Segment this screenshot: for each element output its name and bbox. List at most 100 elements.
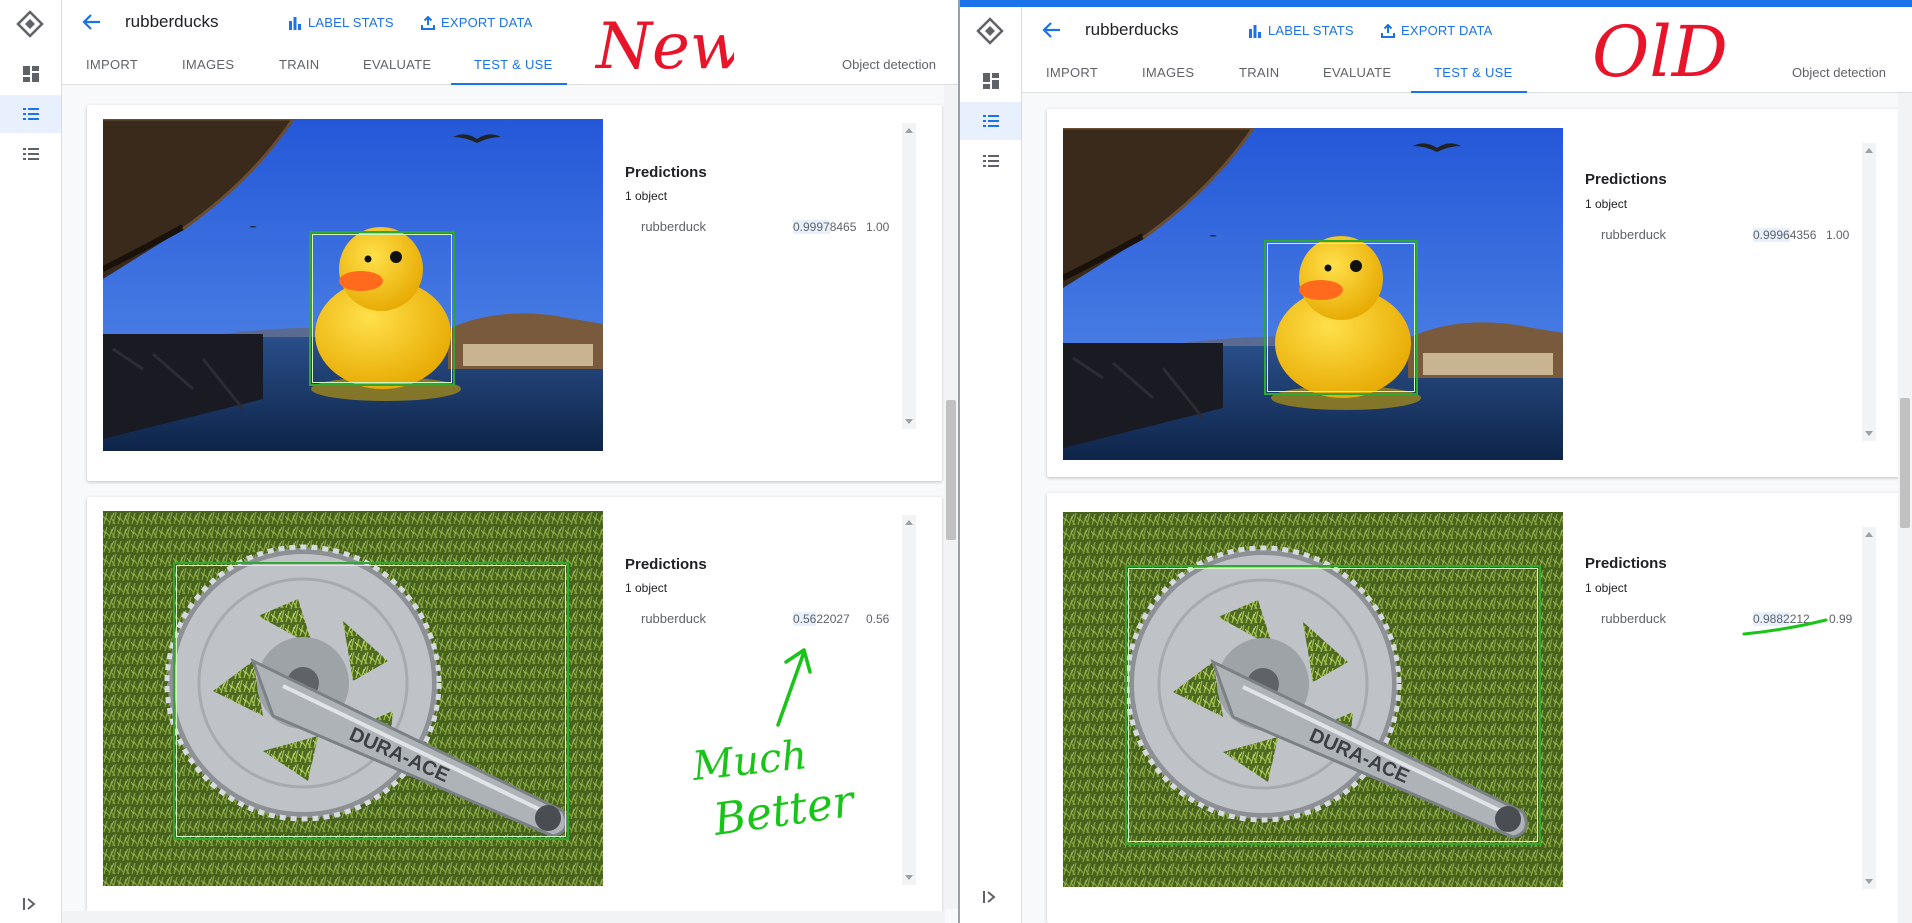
- prediction-score: 0.99964356: [1753, 228, 1816, 242]
- scroll-up-icon[interactable]: [905, 128, 913, 133]
- tab-import[interactable]: IMPORT: [1046, 65, 1098, 80]
- back-arrow-icon[interactable]: [1040, 18, 1064, 42]
- predictions-scrollbar[interactable]: [1862, 527, 1876, 889]
- prediction-score-rounded: 0.56: [866, 612, 890, 626]
- models-nav-button[interactable]: [960, 142, 1021, 180]
- app-header: rubberducks LABEL STATS EXPORT DATA: [62, 0, 958, 46]
- test-image-rubber-duck: [1063, 128, 1563, 460]
- page-scrollbar-thumb[interactable]: [946, 400, 956, 540]
- export-data-label: EXPORT DATA: [1401, 23, 1493, 38]
- predictions-scrollbar[interactable]: [902, 123, 916, 429]
- prediction-score: 0.99978465: [793, 220, 856, 234]
- prediction-score: 0.9882212: [1753, 612, 1810, 626]
- tab-train[interactable]: TRAIN: [279, 57, 320, 72]
- prediction-card: Predictions 1 object rubberduck 0.988221…: [1047, 493, 1902, 923]
- export-data-button[interactable]: EXPORT DATA: [421, 15, 533, 30]
- score-rest: 4356: [1789, 228, 1817, 242]
- bounding-box: [1264, 240, 1418, 395]
- list-icon: [982, 155, 999, 167]
- object-count: 1 object: [625, 189, 668, 203]
- horizontal-scrollbar[interactable]: [62, 911, 944, 923]
- left-nav-rail: [0, 0, 62, 923]
- score-rest: 212: [1789, 612, 1810, 626]
- page-scrollbar[interactable]: [1898, 93, 1912, 923]
- old-window: rubberducks LABEL STATS EXPORT DATA IMPO…: [960, 0, 1912, 923]
- scroll-down-icon[interactable]: [905, 875, 913, 880]
- scroll-down-icon[interactable]: [1865, 879, 1873, 884]
- dataset-title: rubberducks: [125, 12, 219, 31]
- window-top-strip: [960, 0, 1912, 7]
- object-count: 1 object: [625, 581, 668, 595]
- label-stats-button[interactable]: LABEL STATS: [1248, 23, 1354, 38]
- tab-test-and-use[interactable]: TEST & USE: [1434, 65, 1513, 80]
- bounding-box: [309, 231, 455, 386]
- new-window: rubberducks LABEL STATS EXPORT DATA IMPO…: [0, 0, 958, 923]
- score-rest: 22027: [816, 612, 850, 626]
- models-nav-button[interactable]: [0, 135, 61, 173]
- export-icon: [421, 15, 435, 30]
- prediction-score-rounded: 1.00: [1826, 228, 1850, 242]
- list-icon: [982, 115, 999, 127]
- bounding-box: [1125, 565, 1541, 845]
- prediction-score-rounded: 1.00: [866, 220, 890, 234]
- tab-images[interactable]: IMAGES: [1142, 65, 1194, 80]
- scroll-up-icon[interactable]: [905, 520, 913, 525]
- object-count: 1 object: [1585, 581, 1628, 595]
- export-data-button[interactable]: EXPORT DATA: [1381, 23, 1493, 38]
- scroll-up-icon[interactable]: [1865, 532, 1873, 537]
- score-rest: 8465: [829, 220, 857, 234]
- tab-test-and-use[interactable]: TEST & USE: [474, 57, 553, 72]
- prediction-label: rubberduck: [641, 611, 707, 626]
- label-stats-button[interactable]: LABEL STATS: [288, 15, 394, 30]
- model-type-label: Object detection: [1792, 65, 1886, 80]
- test-results-area: Predictions 1 object rubberduck 0.999643…: [1022, 93, 1912, 923]
- predictions-title: Predictions: [625, 164, 707, 181]
- score-highlight: 0.9882: [1753, 612, 1790, 626]
- datasets-nav-button[interactable]: [0, 95, 61, 133]
- automl-logo-icon[interactable]: [16, 10, 44, 38]
- page-scrollbar-thumb[interactable]: [1900, 398, 1910, 528]
- bounding-box: [173, 562, 569, 840]
- prediction-label: rubberduck: [1601, 611, 1667, 626]
- predictions-scrollbar[interactable]: [902, 515, 916, 885]
- dashboard-nav-button[interactable]: [960, 62, 1021, 100]
- scroll-down-icon[interactable]: [1865, 431, 1873, 436]
- object-count: 1 object: [1585, 197, 1628, 211]
- model-type-label: Object detection: [842, 57, 936, 72]
- tab-import[interactable]: IMPORT: [86, 57, 138, 72]
- label-stats-label: LABEL STATS: [308, 15, 394, 30]
- back-arrow-icon[interactable]: [80, 10, 104, 34]
- test-image-rubber-duck: [103, 119, 603, 451]
- test-image-bike-crankset: [1063, 512, 1563, 887]
- predictions-scrollbar[interactable]: [1862, 143, 1876, 441]
- tab-evaluate[interactable]: EVALUATE: [1323, 65, 1391, 80]
- test-results-area: Predictions 1 object rubberduck 0.999784…: [62, 85, 958, 923]
- export-data-label: EXPORT DATA: [441, 15, 533, 30]
- tab-images[interactable]: IMAGES: [182, 57, 234, 72]
- expand-rail-icon[interactable]: [21, 895, 39, 913]
- predictions-title: Predictions: [1585, 171, 1667, 188]
- dashboard-icon: [22, 66, 39, 82]
- prediction-label: rubberduck: [1601, 227, 1667, 242]
- scroll-up-icon[interactable]: [1865, 148, 1873, 153]
- prediction-score: 0.5622027: [793, 612, 850, 626]
- automl-logo-icon[interactable]: [976, 17, 1004, 45]
- score-highlight: 0.9997: [793, 220, 830, 234]
- tab-train[interactable]: TRAIN: [1239, 65, 1280, 80]
- datasets-nav-button[interactable]: [960, 102, 1021, 140]
- prediction-card: Predictions 1 object rubberduck 0.999784…: [87, 105, 942, 481]
- dashboard-nav-button[interactable]: [0, 55, 61, 93]
- page-scrollbar[interactable]: [944, 85, 958, 909]
- left-nav-rail: [960, 7, 1022, 923]
- dashboard-icon: [982, 73, 999, 89]
- prediction-card: Predictions 1 object rubberduck 0.999643…: [1047, 109, 1902, 477]
- tab-evaluate[interactable]: EVALUATE: [363, 57, 431, 72]
- expand-rail-icon[interactable]: [981, 888, 999, 906]
- scroll-down-icon[interactable]: [905, 419, 913, 424]
- score-highlight: 0.56: [793, 612, 817, 626]
- bar-chart-icon: [1249, 24, 1261, 38]
- test-image-bike-crankset: [103, 511, 603, 886]
- tab-bar: IMPORT IMAGES TRAIN EVALUATE TEST & USE …: [62, 46, 958, 85]
- app-header: rubberducks LABEL STATS EXPORT DATA: [1022, 8, 1912, 54]
- prediction-card: Predictions 1 object rubberduck 0.562202…: [87, 497, 942, 923]
